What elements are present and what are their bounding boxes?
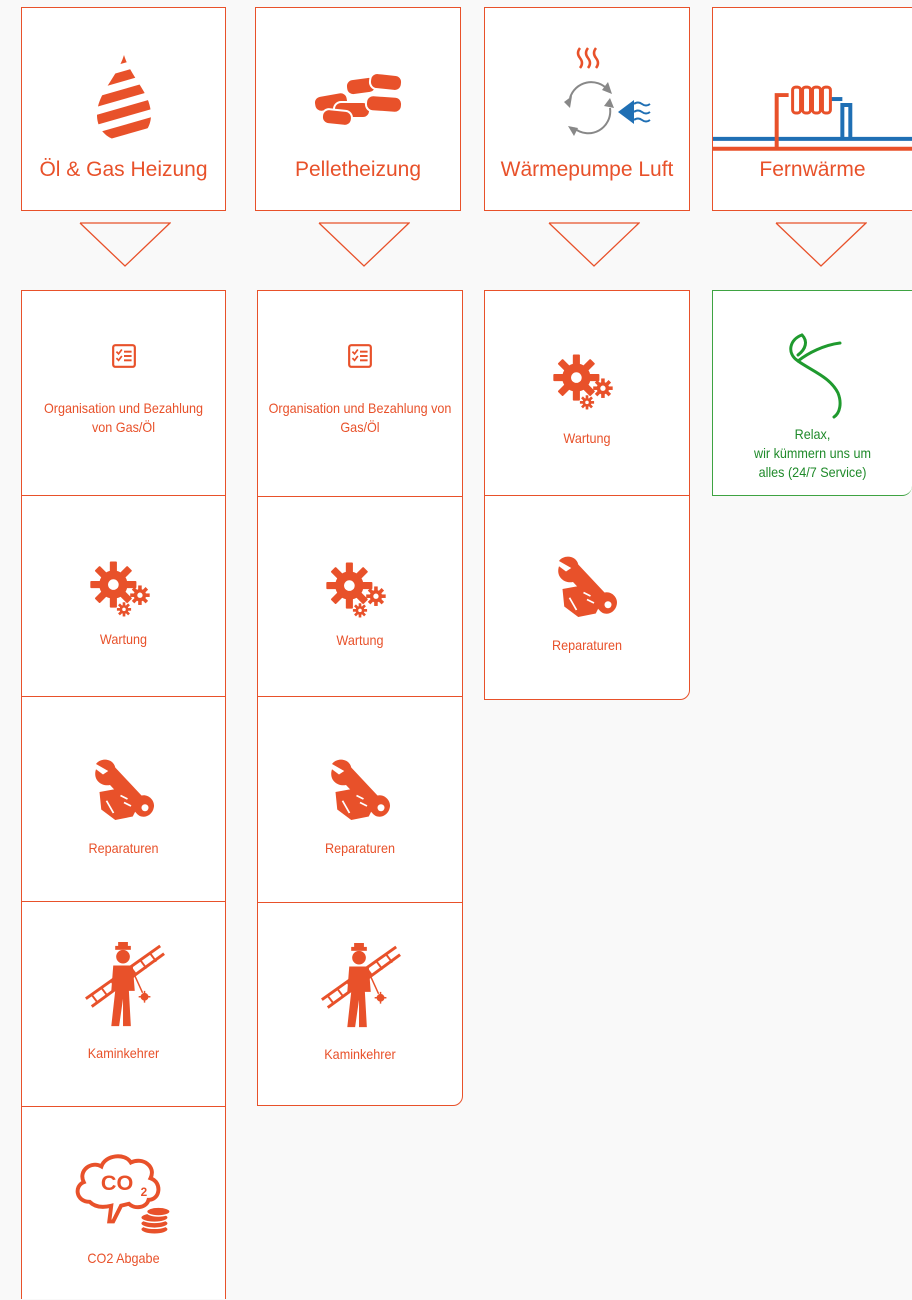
oil-drop-icon bbox=[22, 48, 225, 148]
wrench-hand-icon bbox=[258, 757, 462, 827]
service-wartung[interactable]: Wartung bbox=[258, 497, 462, 697]
service-wartung[interactable]: Wartung bbox=[485, 291, 689, 496]
wrench-hand-icon bbox=[485, 554, 689, 624]
gears-icon bbox=[22, 558, 225, 620]
service-wartung[interactable]: Wartung bbox=[22, 496, 225, 697]
arrow-down-icon bbox=[79, 222, 171, 267]
header-fernwaerme[interactable]: Fernwärme bbox=[712, 7, 912, 211]
service-co2[interactable]: CO2 Abgabe bbox=[22, 1107, 225, 1300]
service-label: Relax, wir kümmern uns um alles (24/7 Se… bbox=[754, 426, 871, 480]
service-label: CO2 Abgabe bbox=[87, 1250, 160, 1266]
service-label: Wartung bbox=[99, 631, 148, 647]
service-reparaturen[interactable]: Reparaturen bbox=[485, 496, 689, 699]
service-label: Wartung bbox=[563, 430, 611, 446]
service-column-waermepumpe: Wartung Reparaturen bbox=[484, 290, 690, 700]
chimney-sweep-icon bbox=[22, 942, 225, 1030]
service-label: Reparaturen bbox=[324, 840, 396, 856]
header-pellet[interactable]: Pelletheizung bbox=[255, 7, 461, 211]
header-label: Wärmepumpe Luft bbox=[500, 158, 674, 181]
service-organisation[interactable]: Organisation und Bezahlung von Gas/Öl bbox=[258, 291, 462, 497]
arrow-down-icon bbox=[318, 222, 410, 267]
service-label: Organisation und Bezahlung von Gas/Öl bbox=[43, 400, 204, 435]
header-label: Öl & Gas Heizung bbox=[39, 158, 208, 181]
relax-swirl-icon bbox=[713, 331, 912, 421]
service-label: Kaminkehrer bbox=[87, 1045, 160, 1061]
arrow-down-icon bbox=[548, 222, 640, 267]
arrow-down-icon bbox=[775, 222, 867, 267]
gears-icon bbox=[485, 351, 689, 413]
pellets-icon bbox=[256, 48, 460, 148]
checklist-icon bbox=[258, 343, 462, 369]
header-label: Fernwärme bbox=[759, 158, 866, 181]
gears-icon bbox=[258, 559, 462, 621]
service-column-oel-gas: Organisation und Bezahlung von Gas/Öl Wa… bbox=[21, 290, 226, 1299]
checklist-icon bbox=[22, 343, 225, 369]
service-column-pellet: Organisation und Bezahlung von Gas/Öl Wa… bbox=[257, 290, 463, 1106]
header-label: Pelletheizung bbox=[294, 158, 422, 181]
header-waermepumpe[interactable]: Wärmepumpe Luft bbox=[484, 7, 690, 211]
header-oel-gas[interactable]: Öl & Gas Heizung bbox=[21, 7, 226, 211]
co2-cloud-icon bbox=[22, 1145, 225, 1237]
heat-pump-icon bbox=[485, 46, 689, 146]
service-relax[interactable]: Relax, wir kümmern uns um alles (24/7 Se… bbox=[713, 291, 912, 495]
service-label: Reparaturen bbox=[88, 840, 159, 856]
service-reparaturen[interactable]: Reparaturen bbox=[258, 697, 462, 903]
service-column-fernwaerme: Relax, wir kümmern uns um alles (24/7 Se… bbox=[712, 290, 912, 496]
service-kaminkehrer[interactable]: Kaminkehrer bbox=[22, 902, 225, 1107]
service-label: Kaminkehrer bbox=[324, 1046, 396, 1062]
service-label: Wartung bbox=[336, 632, 384, 648]
service-kaminkehrer[interactable]: Kaminkehrer bbox=[258, 903, 462, 1105]
wrench-hand-icon bbox=[22, 757, 225, 827]
service-reparaturen[interactable]: Reparaturen bbox=[22, 697, 225, 902]
service-organisation[interactable]: Organisation und Bezahlung von Gas/Öl bbox=[22, 291, 225, 496]
chimney-sweep-icon bbox=[258, 943, 462, 1031]
district-heating-icon bbox=[713, 53, 912, 163]
service-label: Organisation und Bezahlung von Gas/Öl bbox=[268, 400, 452, 435]
service-label: Reparaturen bbox=[551, 637, 623, 653]
